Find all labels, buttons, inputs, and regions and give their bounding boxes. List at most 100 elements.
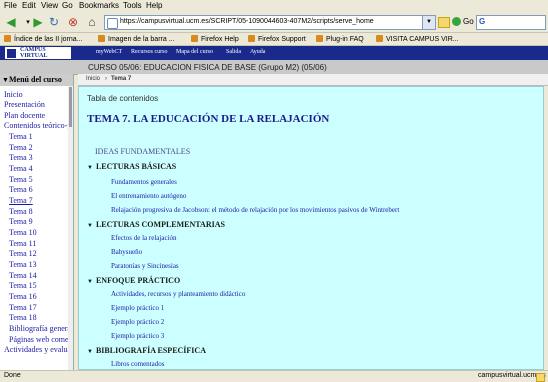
course-menu-title: Menú del curso [9, 75, 62, 84]
menu-help[interactable]: Help [146, 1, 162, 10]
go-button[interactable]: Go [452, 15, 478, 29]
sidebar-item-tema-17[interactable]: Tema 17 [9, 303, 37, 312]
forward-icon[interactable]: ▶ [30, 14, 46, 30]
bookmark-item[interactable]: Plug-in FAQ [316, 35, 364, 43]
expand-arrow-icon[interactable]: ▼ [87, 165, 93, 171]
bookmarks-toolbar: Índice de las II jorna... Imagen de la b… [0, 33, 548, 46]
bookmark-icon [316, 35, 323, 42]
sidebar-item-tema-7[interactable]: Tema 7 [9, 196, 33, 205]
home-icon[interactable]: ⌂ [84, 14, 100, 30]
course-title: CURSO 05/06: EDUCACION FISICA DE BASE (G… [88, 63, 327, 72]
address-bar[interactable]: https://campusvirtual.ucm.es/SCRIPT/05-1… [104, 15, 436, 30]
menu-file[interactable]: File [4, 1, 17, 10]
bookmark-item[interactable]: Imagen de la barra ... [98, 35, 175, 43]
reload-icon[interactable]: ↻ [46, 14, 62, 30]
sidebar-item-tema-4[interactable]: Tema 4 [9, 164, 33, 173]
toc-link[interactable]: Efectos de la relajación [111, 234, 177, 242]
sidebar-item-inicio[interactable]: Inicio [4, 90, 23, 99]
sidebar-item-tema-6[interactable]: Tema 6 [9, 185, 33, 194]
toc-link[interactable]: Libros comentados [111, 360, 164, 368]
bookmark-icon [191, 35, 198, 42]
nav-recursos-curso[interactable]: Recursos curso [131, 49, 168, 55]
toc-link[interactable]: Ejemplo práctico 2 [111, 318, 164, 326]
toc-link[interactable]: Relajación progresiva de Jacobson: el mé… [111, 206, 399, 214]
sidebar-item-tema-11[interactable]: Tema 11 [9, 239, 36, 248]
sidebar-item-tema-5[interactable]: Tema 5 [9, 175, 33, 184]
nav-salida[interactable]: Salida [226, 49, 241, 55]
menu-bookmarks[interactable]: Bookmarks [79, 1, 119, 10]
link-ideas-fundamentales[interactable]: IDEAS FUNDAMENTALES [95, 147, 190, 156]
toc-link[interactable]: Fundamentos generales [111, 178, 177, 186]
toc-link[interactable]: El entrenamiento autógeno [111, 192, 186, 200]
sidebar-item-plan-docente[interactable]: Plan docente [4, 111, 45, 120]
toc-link[interactable]: Ejemplo práctico 1 [111, 304, 164, 312]
toc-link[interactable]: Actividades, recursos y planteamiento di… [111, 290, 245, 298]
bookmark-item[interactable]: VISITA CAMPUS VIR... [376, 35, 459, 43]
address-dropdown-icon[interactable]: ▼ [422, 16, 435, 29]
menu-tools[interactable]: Tools [123, 1, 142, 10]
content-scrollbar[interactable] [544, 86, 548, 370]
sidebar-item-tema-1[interactable]: Tema 1 [9, 132, 33, 141]
back-icon[interactable]: ◀ [3, 14, 19, 30]
breadcrumb-inicio[interactable]: Inicio [86, 76, 100, 82]
bookmark-item[interactable]: Firefox Help [191, 35, 239, 43]
sidebar-item-tema-13[interactable]: Tema 13 [9, 260, 37, 269]
sidebar-item-tema-8[interactable]: Tema 8 [9, 207, 33, 216]
expand-arrow-icon[interactable]: ▼ [87, 349, 93, 355]
ucm-crest-icon [7, 49, 16, 58]
menu-go[interactable]: Go [62, 1, 73, 10]
menu-view[interactable]: View [41, 1, 58, 10]
sidebar-item-tema-3[interactable]: Tema 3 [9, 153, 33, 162]
course-title-bar: CURSO 05/06: EDUCACION FISICA DE BASE (G… [0, 60, 548, 75]
section-lecturas-basicas[interactable]: ▼ LECTURAS BÁSICAS [87, 162, 176, 171]
site-header: CAMPUS VIRTUAL myWebCT Recursos curso Map… [0, 46, 548, 60]
sidebar-item-tema-12[interactable]: Tema 12 [9, 249, 37, 258]
go-label: Go [463, 17, 474, 26]
sidebar-item-tema-15[interactable]: Tema 15 [9, 281, 37, 290]
breadcrumb: Inicio › Tema 7 [78, 74, 548, 86]
sidebar-item-presentacion[interactable]: Presentación [4, 100, 45, 109]
expand-arrow-icon[interactable]: ▼ [87, 223, 93, 229]
sidebar-item-tema-2[interactable]: Tema 2 [9, 143, 33, 152]
toc-link[interactable]: Paratonías y Sincinesias [111, 262, 179, 270]
sidebar-item-tema-14[interactable]: Tema 14 [9, 271, 37, 280]
status-bar: Done campusvirtual.ucm.es [0, 370, 548, 382]
course-menu-header[interactable]: ▼ Menú del curso [0, 74, 73, 86]
sidebar-item-tema-9[interactable]: Tema 9 [9, 217, 33, 226]
sidebar-item-tema-10[interactable]: Tema 10 [9, 228, 37, 237]
sidebar-item-contenidos[interactable]: Contenidos teórico-p [4, 121, 68, 130]
sidebar-scrollbar[interactable] [68, 86, 73, 370]
bookmark-icon [98, 35, 105, 42]
nav-mywebct[interactable]: myWebCT [96, 49, 122, 55]
toc-link[interactable]: Babysueño [111, 248, 142, 256]
sidebar-item-paginas-web[interactable]: Páginas web comer [9, 335, 68, 344]
search-input[interactable]: G [476, 15, 546, 30]
nav-mapa-curso[interactable]: Mapa del curso [176, 49, 213, 55]
sidebar-item-bibliografia[interactable]: Bibliografía general [9, 324, 68, 333]
nav-ayuda[interactable]: Ayuda [250, 49, 265, 55]
menu-edit[interactable]: Edit [22, 1, 36, 10]
sidebar-scroll-thumb[interactable] [69, 87, 72, 127]
page-title: TEMA 7. LA EDUCACIÓN DE LA RELAJACIÓN [87, 113, 330, 125]
bookmark-icon [248, 35, 255, 42]
bookmark-item[interactable]: Índice de las II jorna... [4, 35, 82, 43]
expand-arrow-icon[interactable]: ▼ [87, 279, 93, 285]
sidebar-item-actividades[interactable]: Actividades y evalua [4, 345, 68, 354]
go-arrow-icon [452, 17, 461, 26]
content-panel: Tabla de contenidos TEMA 7. LA EDUCACIÓN… [78, 86, 544, 370]
address-url: https://campusvirtual.ucm.es/SCRIPT/05-1… [120, 18, 374, 25]
sidebar-item-tema-18[interactable]: Tema 18 [9, 313, 37, 322]
bookmark-icon [4, 35, 11, 42]
breadcrumb-separator: › [105, 76, 107, 82]
section-enfoque-practico[interactable]: ▼ ENFOQUE PRÁCTICO [87, 276, 180, 285]
padlock-icon [438, 17, 450, 28]
section-lecturas-complementarias[interactable]: ▼ LECTURAS COMPLEMENTARIAS [87, 220, 225, 229]
collapse-arrow-icon[interactable]: ▼ [2, 76, 9, 84]
sidebar-item-tema-16[interactable]: Tema 16 [9, 292, 37, 301]
stop-icon[interactable]: ⊗ [65, 14, 81, 30]
section-bibliografia-especifica[interactable]: ▼ BIBLIOGRAFÍA ESPECÍFICA [87, 346, 206, 355]
campus-virtual-logo[interactable]: CAMPUS VIRTUAL [4, 46, 72, 60]
bookmark-item[interactable]: Firefox Support [248, 35, 306, 43]
toc-link[interactable]: Ejemplo práctico 3 [111, 332, 164, 340]
navigation-toolbar: ◀ ▾ ▶ ↻ ⊗ ⌂ https://campusvirtual.ucm.es… [0, 12, 548, 33]
